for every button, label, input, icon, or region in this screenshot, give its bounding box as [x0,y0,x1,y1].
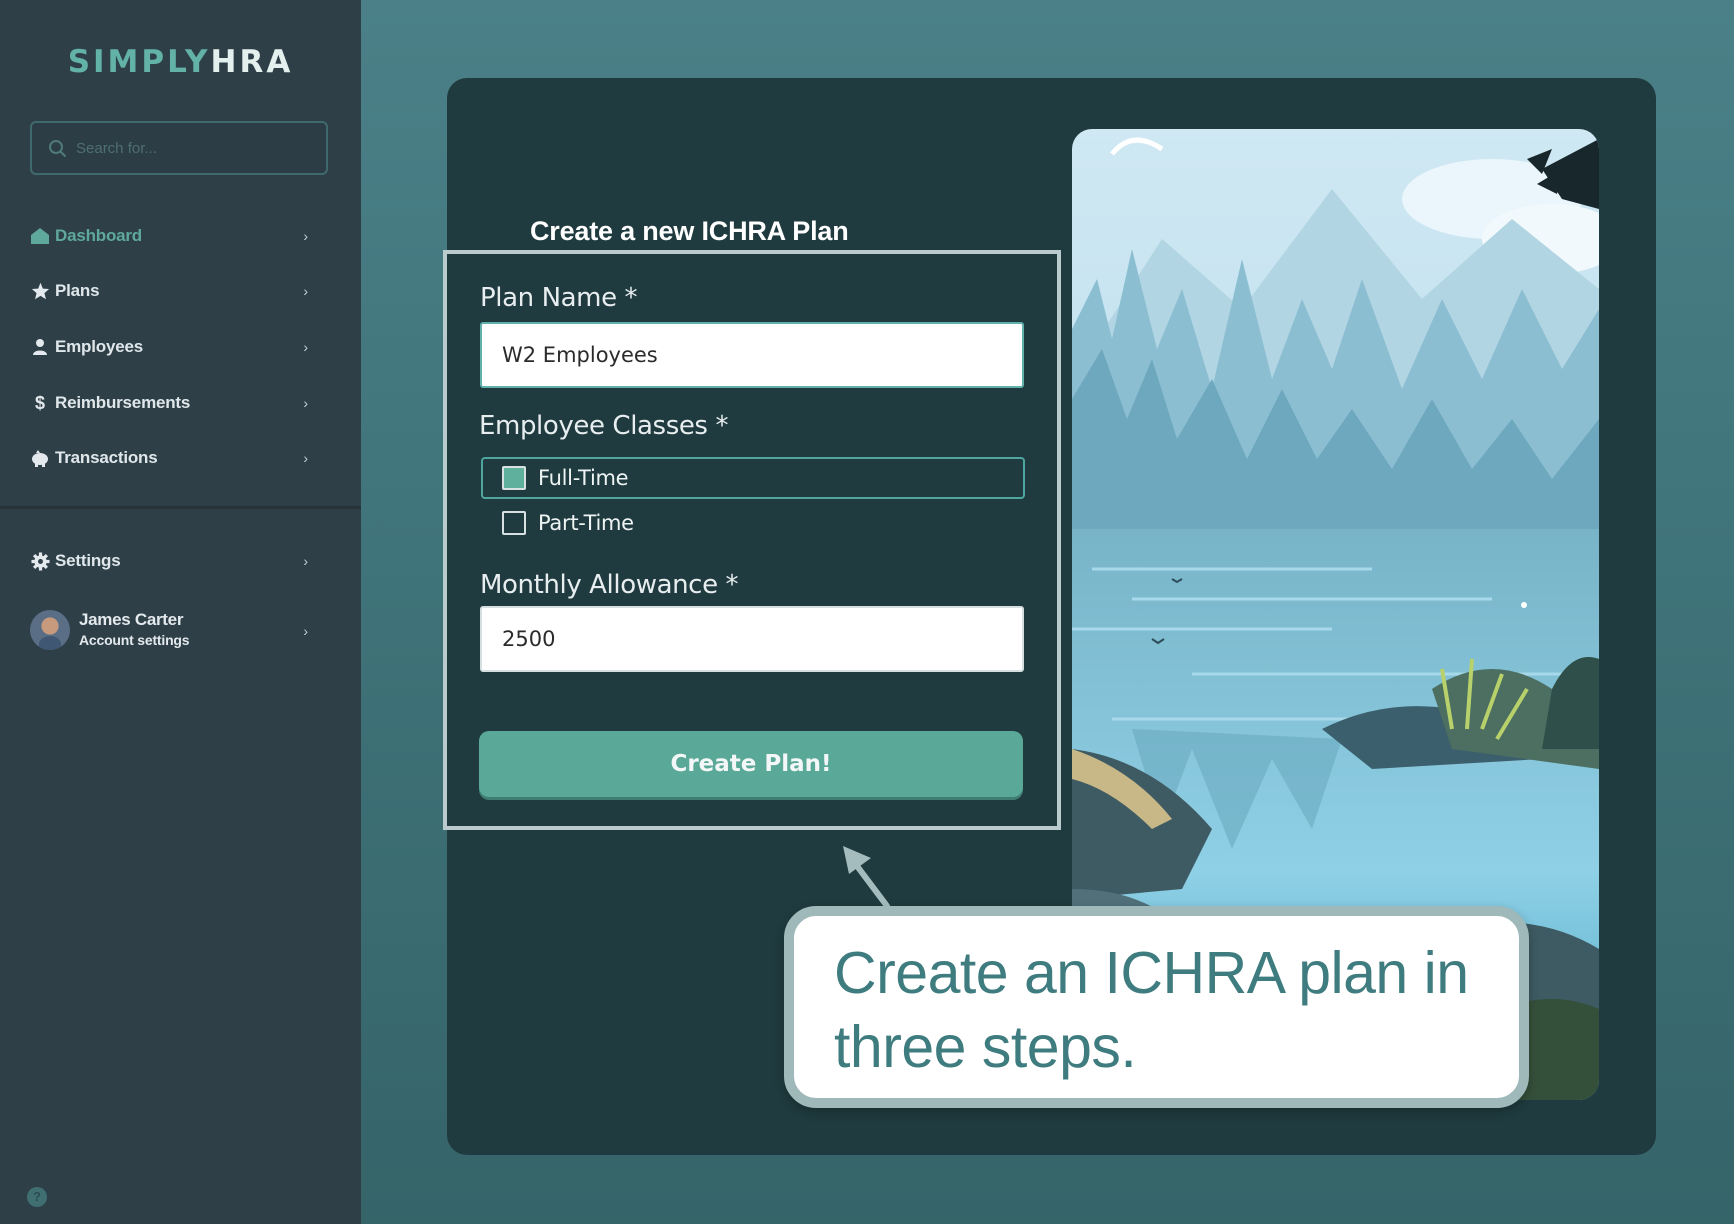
star-icon [30,281,50,301]
plan-name-label: Plan Name * [480,283,638,313]
person-icon [30,337,50,357]
search-box[interactable] [30,121,328,175]
pointer-arrow-icon [843,846,890,909]
logo-part-1: SIMPLY [67,44,211,80]
class-option-label: Part-Time [538,511,634,535]
sidebar-item-transactions[interactable]: Transactions › [30,438,320,478]
chevron-right-icon: › [303,450,308,466]
sidebar-item-label: Settings [55,551,121,570]
class-option-label: Full-Time [538,466,629,490]
monthly-allowance-label: Monthly Allowance * [480,570,739,600]
plan-name-input[interactable] [480,322,1024,388]
sidebar-item-label: Dashboard [55,226,142,245]
piggy-bank-icon [30,448,50,468]
logo-part-2: HRA [210,44,294,80]
sidebar-item-plans[interactable]: Plans › [30,271,320,311]
search-icon [49,140,66,157]
checkbox-checked[interactable] [502,466,526,490]
monthly-allowance-input[interactable] [480,606,1024,672]
search-input[interactable] [76,135,306,161]
avatar [30,610,70,650]
sidebar-item-employees[interactable]: Employees › [30,327,320,367]
gear-icon [30,551,50,571]
sidebar-divider [0,506,361,509]
sidebar-item-reimbursements[interactable]: $ Reimbursements › [30,383,320,423]
chevron-right-icon: › [303,283,308,299]
create-plan-button[interactable]: Create Plan! [479,731,1023,797]
employee-classes-label: Employee Classes * [479,411,729,441]
help-icon[interactable]: ? [27,1187,47,1207]
sidebar-item-label: Reimbursements [55,393,191,412]
class-option-full-time[interactable]: Full-Time [481,457,1025,499]
chevron-right-icon: › [303,395,308,411]
chevron-right-icon: › [303,623,308,639]
chevron-right-icon: › [303,339,308,355]
class-option-part-time[interactable]: Part-Time [481,502,1025,544]
profile-subtitle: Account settings [79,632,190,648]
logo[interactable]: SIMPLYHRA [0,44,361,80]
chevron-right-icon: › [303,228,308,244]
account-settings-link[interactable]: James Carter Account settings › [30,608,320,652]
form-title: Create a new ICHRA Plan [530,216,849,246]
home-icon [30,226,50,246]
checkbox-unchecked[interactable] [502,511,526,535]
chevron-right-icon: › [303,553,308,569]
sidebar-item-label: Employees [55,337,143,356]
sidebar-item-label: Transactions [55,448,158,467]
sidebar-item-settings[interactable]: Settings › [30,541,320,581]
callout-text: Create an ICHRA plan in three steps. [834,940,1469,1080]
sidebar-item-dashboard[interactable]: Dashboard › [30,216,320,256]
profile-name: James Carter [79,610,184,629]
sidebar: SIMPLYHRA Dashboard › Plans › Employees … [0,0,361,1224]
sidebar-item-label: Plans [55,281,100,300]
dollar-icon: $ [34,392,45,413]
callout-box: Create an ICHRA plan in three steps. [784,906,1529,1108]
